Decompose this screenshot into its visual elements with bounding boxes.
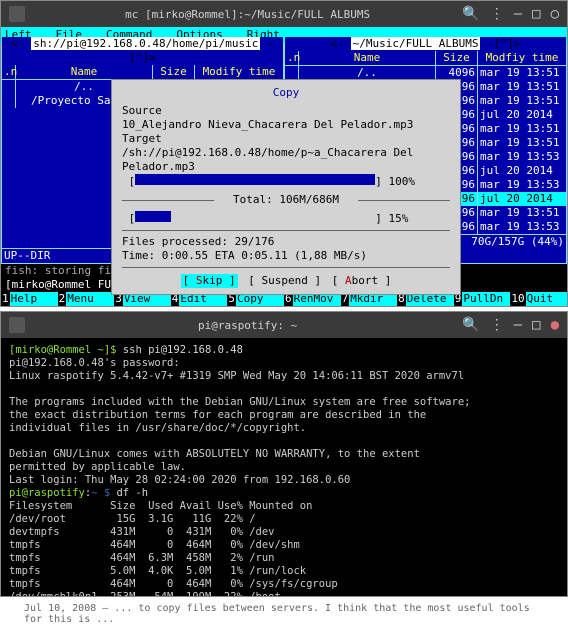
mc-window-controls: 🔍 ⋮ — □ ○ xyxy=(462,6,559,22)
right-panel-header: .n Name Size Modfiy time xyxy=(285,51,566,66)
target-file: /sh://pi@192.168.0.48/home/p~a_Chacarera… xyxy=(122,146,450,174)
minimize-icon[interactable]: — xyxy=(514,6,522,22)
copy-dialog: Copy Source 10_Alejandro Nieva_Chacarera… xyxy=(111,79,461,295)
page-footer-text: Jul 10, 2008 — ... to copy files between… xyxy=(0,601,568,627)
close-icon[interactable]: ○ xyxy=(551,6,559,22)
abort-button[interactable]: [ Abort ]Abort xyxy=(332,274,392,288)
search-icon[interactable]: 🔍 xyxy=(462,317,479,333)
func-key-pulldn[interactable]: 9PullDn xyxy=(454,292,511,306)
right-panel-title: <- ~/Music/FULL ALBUMS -[^]> xyxy=(285,37,566,51)
mc-window: mc [mirko@Rommel]:~/Music/FULL ALBUMS 🔍 … xyxy=(0,0,568,307)
term-titlebar[interactable]: pi@raspotify: ~ 🔍 ⋮ — □ ● xyxy=(1,312,567,338)
term-window-controls: 🔍 ⋮ — □ ● xyxy=(462,317,559,333)
terminal-window: pi@raspotify: ~ 🔍 ⋮ — □ ● [mirko@Rommel … xyxy=(0,311,568,597)
terminal-icon xyxy=(9,6,25,22)
file-progress: [] 100% xyxy=(122,174,450,189)
terminal-icon xyxy=(9,317,25,333)
maximize-icon[interactable]: □ xyxy=(532,317,540,333)
time-eta: Time: 0:00.55 ETA 0:05.11 (1,88 MB/s) xyxy=(122,249,450,263)
dialog-title: Copy xyxy=(122,86,450,100)
search-icon[interactable]: 🔍 xyxy=(462,6,479,22)
func-key-help[interactable]: 1Help xyxy=(1,292,58,306)
total-separator: Total: 106M/686M xyxy=(122,193,450,207)
source-label: Source xyxy=(122,104,450,118)
left-panel-title: <- sh://pi@192.168.0.48/home/pi/music -[… xyxy=(2,37,283,65)
skip-button[interactable]: [ SSkipkip ] xyxy=(181,274,238,288)
menu-icon[interactable]: ⋮ xyxy=(490,317,504,333)
minimize-icon[interactable]: — xyxy=(514,317,522,333)
term-window-title: pi@raspotify: ~ xyxy=(33,319,462,332)
files-processed: Files processed: 29/176 xyxy=(122,235,450,249)
func-key-menu[interactable]: 2Menu xyxy=(58,292,115,306)
dialog-buttons: [ SSkipkip ] [ Suspend ] [ Abort ]Abort xyxy=(122,274,450,288)
maximize-icon[interactable]: □ xyxy=(532,6,540,22)
total-progress: [] 15% xyxy=(122,211,450,226)
suspend-button[interactable]: [ Suspend ] xyxy=(248,274,321,288)
source-file: 10_Alejandro Nieva_Chacarera Del Pelador… xyxy=(122,118,450,132)
target-label: Target xyxy=(122,132,450,146)
terminal-output[interactable]: [mirko@Rommel ~]$ ssh pi@192.168.0.48 pi… xyxy=(1,338,567,596)
menu-icon[interactable]: ⋮ xyxy=(490,6,504,22)
list-item[interactable]: /..4096mar 19 13:51 xyxy=(285,66,566,80)
func-key-quit[interactable]: 10Quit xyxy=(510,292,567,306)
mc-window-title: mc [mirko@Rommel]:~/Music/FULL ALBUMS xyxy=(33,8,462,21)
left-panel-header: .n Name Size Modify time xyxy=(2,65,283,80)
close-icon[interactable]: ● xyxy=(551,317,559,333)
mc-titlebar[interactable]: mc [mirko@Rommel]:~/Music/FULL ALBUMS 🔍 … xyxy=(1,1,567,27)
